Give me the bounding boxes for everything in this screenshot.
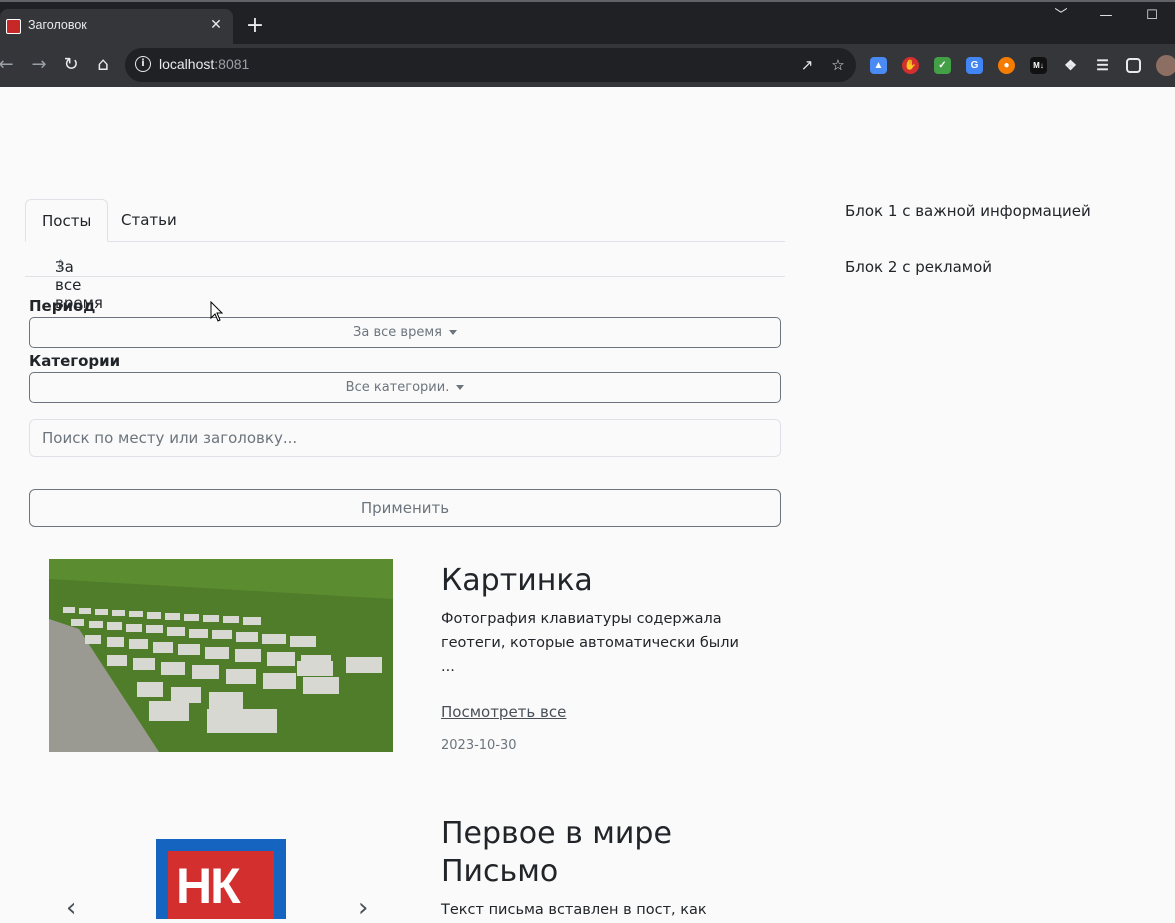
browser-toolbar: ← → ↻ ⌂ i localhost:8081 ↗ ☆ ▲ ✋ ✓ G ● M…: [0, 44, 1175, 87]
logo-red-box: НК: [168, 851, 274, 919]
bookmark-star-icon[interactable]: ☆: [828, 55, 848, 75]
chevron-down-icon: [456, 385, 465, 390]
carousel-next-icon[interactable]: ›: [358, 893, 368, 923]
apply-button[interactable]: Применить: [29, 489, 781, 527]
sidebar-block-info: Блок 1 с важной информацией: [845, 202, 1091, 220]
period-select[interactable]: За все время: [29, 317, 781, 348]
period-select-value: За все время: [353, 325, 442, 340]
view-all-link[interactable]: Посмотреть все: [441, 703, 566, 721]
post-excerpt: Текст письма вставлен в пост, как: [441, 902, 707, 918]
search-field-wrapper: [29, 419, 781, 457]
post-date: 2023-10-30: [441, 738, 517, 753]
tab-title: Заголовок: [28, 18, 87, 32]
address-bar[interactable]: i localhost:8081 ↗ ☆: [125, 48, 856, 82]
home-icon[interactable]: ⌂: [91, 53, 115, 77]
media-control-icon[interactable]: ☰: [1094, 57, 1111, 74]
post-image-keyboard[interactable]: [49, 559, 393, 752]
category-select-value: Все категории.: [345, 380, 450, 395]
extension-shield-green-icon[interactable]: ✓: [934, 57, 951, 74]
profile-avatar[interactable]: [1156, 55, 1175, 76]
reload-icon[interactable]: ↻: [59, 53, 83, 77]
browser-tab[interactable]: Заголовок ✕: [0, 9, 233, 44]
chevron-down-icon: [448, 330, 457, 335]
category-select[interactable]: Все категории.: [29, 372, 781, 403]
new-tab-button[interactable]: +: [244, 15, 266, 37]
extension-translate-icon[interactable]: G: [966, 57, 983, 74]
minimize-button[interactable]: —: [1094, 6, 1118, 26]
sort-bar: За все время ⇧: [25, 242, 785, 312]
tab-posts[interactable]: Посты: [25, 199, 109, 242]
maximize-button[interactable]: ☐: [1140, 6, 1164, 26]
mouse-cursor-icon: [210, 301, 224, 322]
share-icon[interactable]: ↗: [797, 55, 817, 75]
browser-chrome: Заголовок ✕ + ﹀ — ☐ ← → ↻ ⌂ i localhost:…: [0, 0, 1175, 87]
category-label: Категории: [29, 352, 121, 370]
extension-shield-blue-icon[interactable]: ▲: [870, 57, 887, 74]
sidebar-block-ad: Блок 2 с рекламой: [845, 258, 993, 276]
extension-markdown-icon[interactable]: M↓: [1030, 57, 1047, 74]
logo-text: НК: [176, 858, 241, 914]
extension-stop-icon[interactable]: ✋: [902, 57, 919, 74]
side-panel-icon[interactable]: [1126, 58, 1141, 73]
tab-close-icon[interactable]: ✕: [206, 15, 226, 35]
site-info-icon[interactable]: i: [135, 56, 151, 72]
extension-rss-icon[interactable]: ●: [998, 57, 1015, 74]
post-image-logo[interactable]: НК: [156, 839, 286, 919]
post-excerpt: Фотография клавиатуры содержала геотеги,…: [441, 611, 739, 675]
carousel-prev-icon[interactable]: ‹: [66, 893, 76, 923]
content-tabs: Посты Статьи: [25, 199, 785, 242]
extensions-puzzle-icon[interactable]: ❖: [1062, 57, 1079, 74]
favicon-icon: [6, 19, 21, 34]
tab-search-icon[interactable]: ﹀: [1049, 6, 1073, 26]
tab-articles[interactable]: Статьи: [105, 199, 193, 240]
search-input[interactable]: [30, 420, 762, 456]
chrome-top-line: [0, 0, 1175, 2]
post-title[interactable]: Картинка: [441, 562, 593, 600]
forward-icon[interactable]: →: [27, 53, 51, 77]
back-icon[interactable]: ←: [0, 53, 18, 77]
sort-arrow-icon: ⇧: [55, 258, 66, 273]
period-label: Период: [29, 297, 96, 315]
url-text: localhost:8081: [159, 56, 250, 72]
post-title[interactable]: Первое в мире Письмо: [441, 815, 761, 891]
